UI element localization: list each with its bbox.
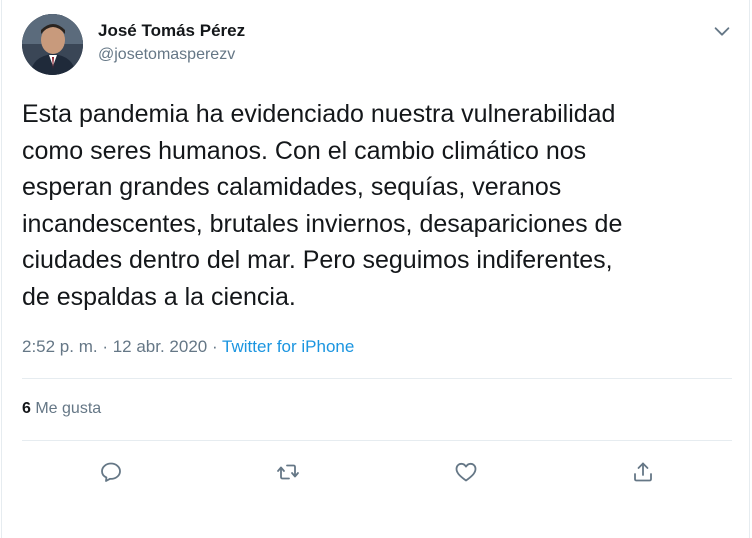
heart-icon bbox=[455, 462, 477, 482]
chevron-down-icon bbox=[714, 27, 730, 36]
tweet-text: Esta pandemia ha evidenciado nuestra vul… bbox=[22, 100, 623, 311]
reply-icon bbox=[101, 462, 121, 482]
tweet-card: José Tomás Pérez @josetomasperezv Esta p… bbox=[1, 0, 750, 538]
share-button[interactable] bbox=[628, 457, 658, 487]
avatar[interactable] bbox=[22, 14, 83, 75]
reply-button[interactable] bbox=[96, 457, 126, 487]
retweet-button[interactable] bbox=[273, 457, 303, 487]
author-name[interactable]: José Tomás Pérez bbox=[98, 21, 245, 41]
avatar-image bbox=[22, 14, 83, 75]
divider bbox=[22, 378, 732, 379]
retweet-icon bbox=[277, 464, 299, 480]
tweet-meta: 2:52 p. m. · 12 abr. 2020 · Twitter for … bbox=[22, 337, 354, 357]
tweet-source-link[interactable]: Twitter for iPhone bbox=[222, 337, 354, 356]
tweet-timestamp[interactable]: 2:52 p. m. · 12 abr. 2020 bbox=[22, 337, 207, 356]
divider bbox=[22, 440, 732, 441]
share-icon bbox=[634, 462, 652, 482]
more-options-button[interactable] bbox=[711, 20, 733, 42]
likes-stat[interactable]: 6 Me gusta bbox=[22, 400, 101, 418]
like-button[interactable] bbox=[451, 457, 481, 487]
likes-label: Me gusta bbox=[30, 400, 102, 417]
likes-count: 6 bbox=[22, 400, 31, 417]
meta-separator: · bbox=[207, 337, 223, 356]
author-handle[interactable]: @josetomasperezv bbox=[98, 46, 235, 64]
